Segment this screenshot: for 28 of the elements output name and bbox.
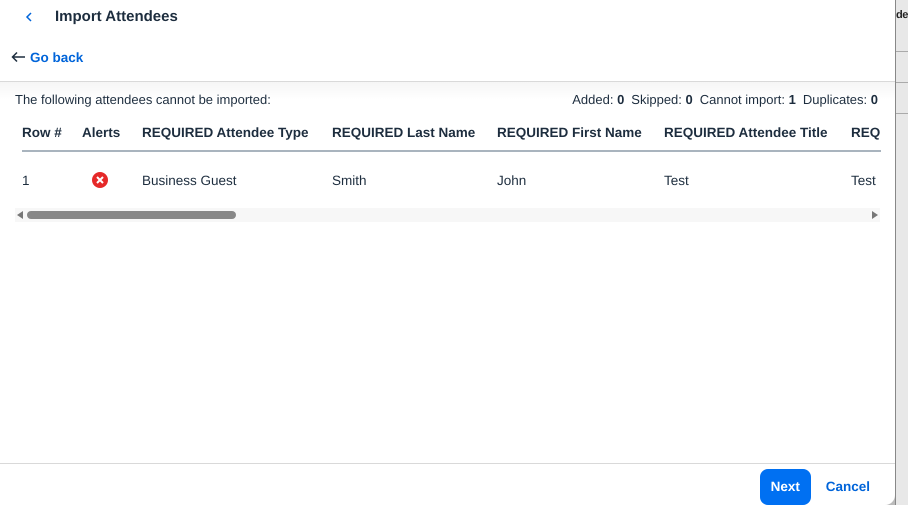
background-text: de [896,9,908,21]
scroll-right-icon[interactable] [872,211,878,219]
column-header: REQUIRED Attendee Title [664,114,851,152]
next-button[interactable]: Next [760,468,811,504]
column-header: REQUIRED Attendee Type [142,114,332,152]
column-header: REQUIRED Last Name [332,114,497,152]
column-header: REQUIRED First Name [497,114,664,152]
scrollbar-thumb[interactable] [27,211,236,219]
count-label: Skipped: 0 [631,92,693,106]
scroll-left-icon[interactable] [17,211,23,219]
summary-message: The following attendees cannot be imported: [15,92,271,106]
table-cell: Smith [332,172,367,188]
column-header: REQ [851,114,881,152]
dialog-title: Import Attendees [55,8,178,25]
column-header: Alerts [82,114,142,152]
count-label: Added: 0 [572,92,624,106]
count-label: Duplicates: 0 [802,92,878,106]
error-icon [92,172,108,188]
arrow-left-icon [11,51,26,63]
column-header: Row # [22,114,82,152]
table-cell: Test [851,172,876,188]
count-label: Cannot import: 1 [700,92,796,106]
cancel-button[interactable]: Cancel [826,479,870,494]
table-cell: John [497,172,526,188]
table-cell: Test [664,172,689,188]
go-back-link[interactable]: Go back [11,50,84,64]
table-cell: 1 [22,172,30,188]
table-cell: Business Guest [142,172,237,188]
